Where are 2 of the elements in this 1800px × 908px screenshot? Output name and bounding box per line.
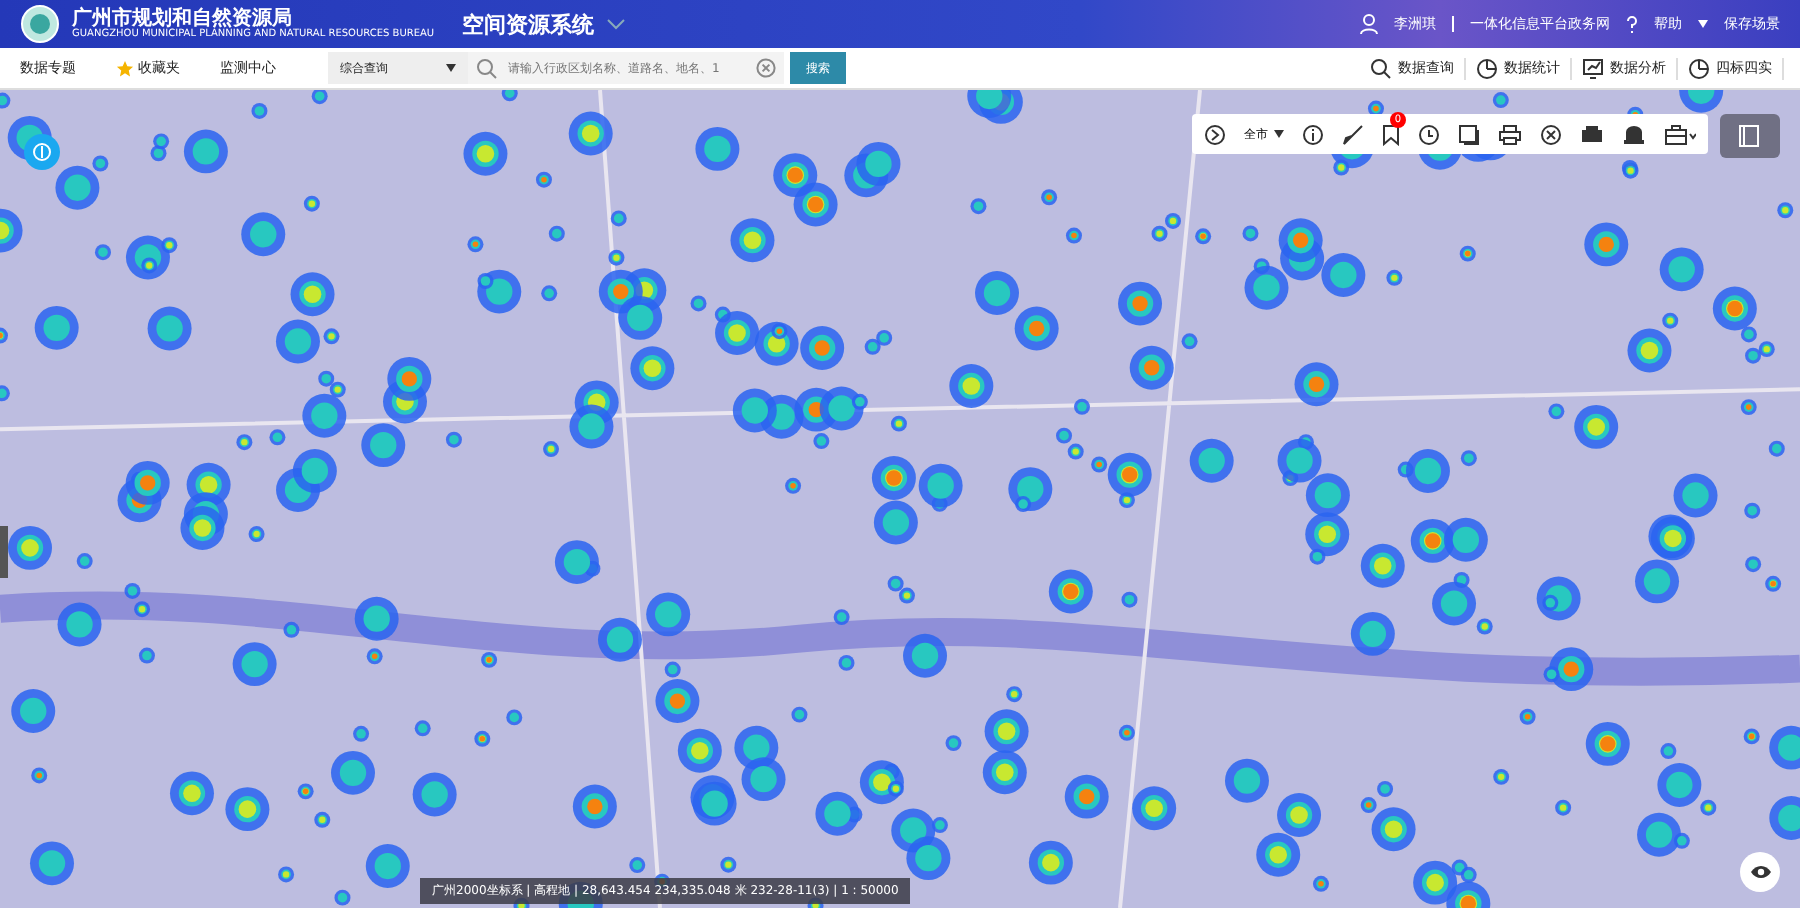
org-name: 广州市规划和自然资源局: [72, 9, 292, 29]
system-title: 空间资源系统: [462, 9, 595, 39]
